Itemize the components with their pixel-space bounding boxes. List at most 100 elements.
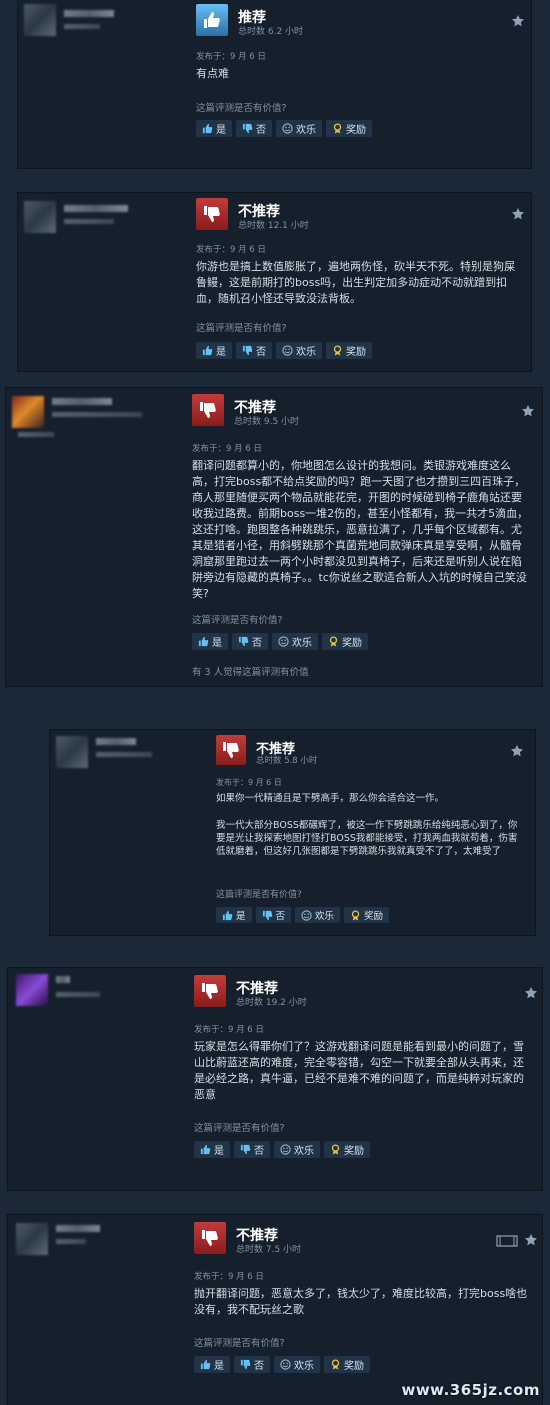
vote-no-button[interactable]: 否 [232, 633, 268, 650]
video-icon[interactable] [496, 1235, 518, 1247]
award-icon [328, 636, 339, 647]
helpful-question: 这篇评测是否有价值? [196, 323, 287, 334]
vote-no-button[interactable]: 否 [236, 342, 272, 359]
review-text: 有点难 [196, 67, 229, 80]
review-hours: 总时数 9.5 小时 [234, 417, 300, 427]
thumbs-down-icon [262, 910, 273, 921]
review-date: 发布于：9 月 6 日 [194, 1272, 264, 1282]
star-icon[interactable] [510, 744, 524, 758]
review-card-2: 不推荐 总时数 12.1 小时 发布于：9 月 6 日 你游也是搞上数值膨胀了，… [18, 193, 531, 371]
review-text: 玩家是怎么得罪你们了？这游戏翻译问题是能看到最小的问题了，雪山比蔚蓝还高的难度，… [194, 1040, 524, 1101]
award-icon [332, 345, 343, 356]
star-icon[interactable] [524, 1233, 538, 1247]
thumbs-up-icon [196, 4, 228, 36]
author-info-blurred [18, 432, 54, 437]
thumbs-down-icon [216, 735, 246, 765]
vote-buttons: 是 否 欢乐 奖励 [196, 342, 372, 359]
helpful-question: 这篇评测是否有价值? [194, 1338, 285, 1349]
smile-icon [301, 910, 312, 921]
review-text: 你游也是搞上数值膨胀了，遍地两伤怪，砍半天不死。特别是狗屎鲁鳗，这是前期打的bo… [196, 260, 515, 305]
vote-funny-button[interactable]: 欢乐 [274, 1356, 320, 1373]
review-card-5: 不推荐 总时数 19.2 小时 发布于：9 月 6 日 玩家是怎么得罪你们了？这… [8, 968, 542, 1190]
vote-yes-button[interactable]: 是 [216, 907, 252, 923]
thumbs-down-icon [194, 1222, 226, 1254]
author-name-blurred[interactable] [64, 10, 114, 17]
avatar[interactable] [24, 201, 56, 233]
vote-no-button[interactable]: 否 [236, 120, 272, 137]
star-icon[interactable] [521, 404, 535, 418]
review-hours: 总时数 6.2 小时 [238, 27, 304, 37]
award-button[interactable]: 奖励 [344, 907, 390, 923]
avatar[interactable] [56, 736, 88, 768]
smile-icon [280, 1144, 291, 1155]
award-button[interactable]: 奖励 [324, 1356, 370, 1373]
award-icon [350, 910, 361, 921]
avatar[interactable] [16, 974, 48, 1006]
review-card-6: 不推荐 总时数 7.5 小时 发布于：9 月 6 日 抛开翻译问题，恶意太多了，… [8, 1215, 542, 1405]
author-name-blurred[interactable] [56, 976, 70, 983]
vote-funny-button[interactable]: 欢乐 [276, 342, 322, 359]
vote-funny-button[interactable]: 欢乐 [295, 907, 341, 923]
vote-yes-button[interactable]: 是 [194, 1356, 230, 1373]
review-text-paragraph-2: 我一代大部分BOSS都碾辉了，被这一作下劈跳跳乐给纯纯恶心到了，你要是光让我探索… [216, 820, 518, 857]
vote-funny-button[interactable]: 欢乐 [274, 1141, 320, 1158]
award-button[interactable]: 奖励 [326, 342, 372, 359]
avatar[interactable] [12, 396, 44, 428]
vote-no-button[interactable]: 否 [234, 1356, 270, 1373]
helpful-question: 这篇评测是否有价值? [216, 890, 302, 900]
award-icon [330, 1359, 341, 1370]
thumbs-up-icon [200, 1144, 211, 1155]
award-icon [330, 1144, 341, 1155]
review-hours: 总时数 5.8 小时 [256, 756, 318, 766]
vote-funny-button[interactable]: 欢乐 [276, 120, 322, 137]
vote-no-button[interactable]: 否 [234, 1141, 270, 1158]
vote-buttons: 是 否 欢乐 奖励 [194, 1141, 370, 1158]
thumbs-up-icon [200, 1359, 211, 1370]
author-info-blurred [64, 219, 114, 224]
review-card-1: 推荐 总时数 6.2 小时 发布于：9 月 6 日 有点难 这篇评测是否有价值?… [18, 0, 531, 168]
vote-yes-button[interactable]: 是 [192, 633, 228, 650]
author-info-blurred [56, 1239, 86, 1244]
author-name-blurred[interactable] [52, 398, 112, 405]
author-name-blurred[interactable] [64, 205, 128, 212]
smile-icon [282, 345, 293, 356]
thumbs-down-icon [238, 636, 249, 647]
star-icon[interactable] [511, 207, 525, 221]
award-button[interactable]: 奖励 [322, 633, 368, 650]
award-button[interactable]: 奖励 [324, 1141, 370, 1158]
review-hours: 总时数 19.2 小时 [236, 998, 307, 1008]
vote-no-button[interactable]: 否 [255, 907, 292, 923]
vote-buttons: 是 否 欢乐 奖励 [192, 633, 368, 650]
vote-yes-button[interactable]: 是 [196, 120, 232, 137]
author-info-blurred [64, 24, 100, 29]
review-hours: 总时数 12.1 小时 [238, 221, 309, 231]
thumbs-up-icon [202, 345, 213, 356]
thumbs-up-icon [202, 123, 213, 134]
thumbs-down-icon [240, 1144, 251, 1155]
avatar[interactable] [24, 4, 56, 36]
thumbs-up-icon [222, 910, 233, 921]
author-name-blurred[interactable] [96, 738, 136, 745]
vote-funny-button[interactable]: 欢乐 [272, 633, 318, 650]
thumbs-down-icon [194, 975, 226, 1007]
review-text: 抛开翻译问题，恶意太多了，钱太少了，难度比较高，打完boss啥也没有，我不配玩丝… [194, 1287, 528, 1316]
star-icon[interactable] [524, 986, 538, 1000]
thumbs-down-icon [242, 345, 253, 356]
vote-yes-button[interactable]: 是 [194, 1141, 230, 1158]
review-date: 发布于：9 月 6 日 [194, 1025, 264, 1035]
author-name-blurred[interactable] [56, 1225, 100, 1232]
thumbs-down-icon [196, 198, 228, 230]
avatar[interactable] [16, 1223, 48, 1255]
helpful-question: 这篇评测是否有价值? [194, 1123, 285, 1134]
smile-icon [282, 123, 293, 134]
watermark: www.365jz.com [401, 1381, 540, 1399]
award-icon [332, 123, 343, 134]
star-icon[interactable] [511, 14, 525, 28]
review-date: 发布于：9 月 6 日 [196, 52, 266, 62]
thumbs-down-icon [242, 123, 253, 134]
vote-yes-button[interactable]: 是 [196, 342, 232, 359]
review-text: 如果你一代精通且是下劈高手，那么你会适合这一作。 [216, 793, 445, 804]
award-button[interactable]: 奖励 [326, 120, 372, 137]
review-date: 发布于：9 月 6 日 [216, 778, 282, 787]
review-date: 发布于：9 月 6 日 [192, 444, 262, 454]
